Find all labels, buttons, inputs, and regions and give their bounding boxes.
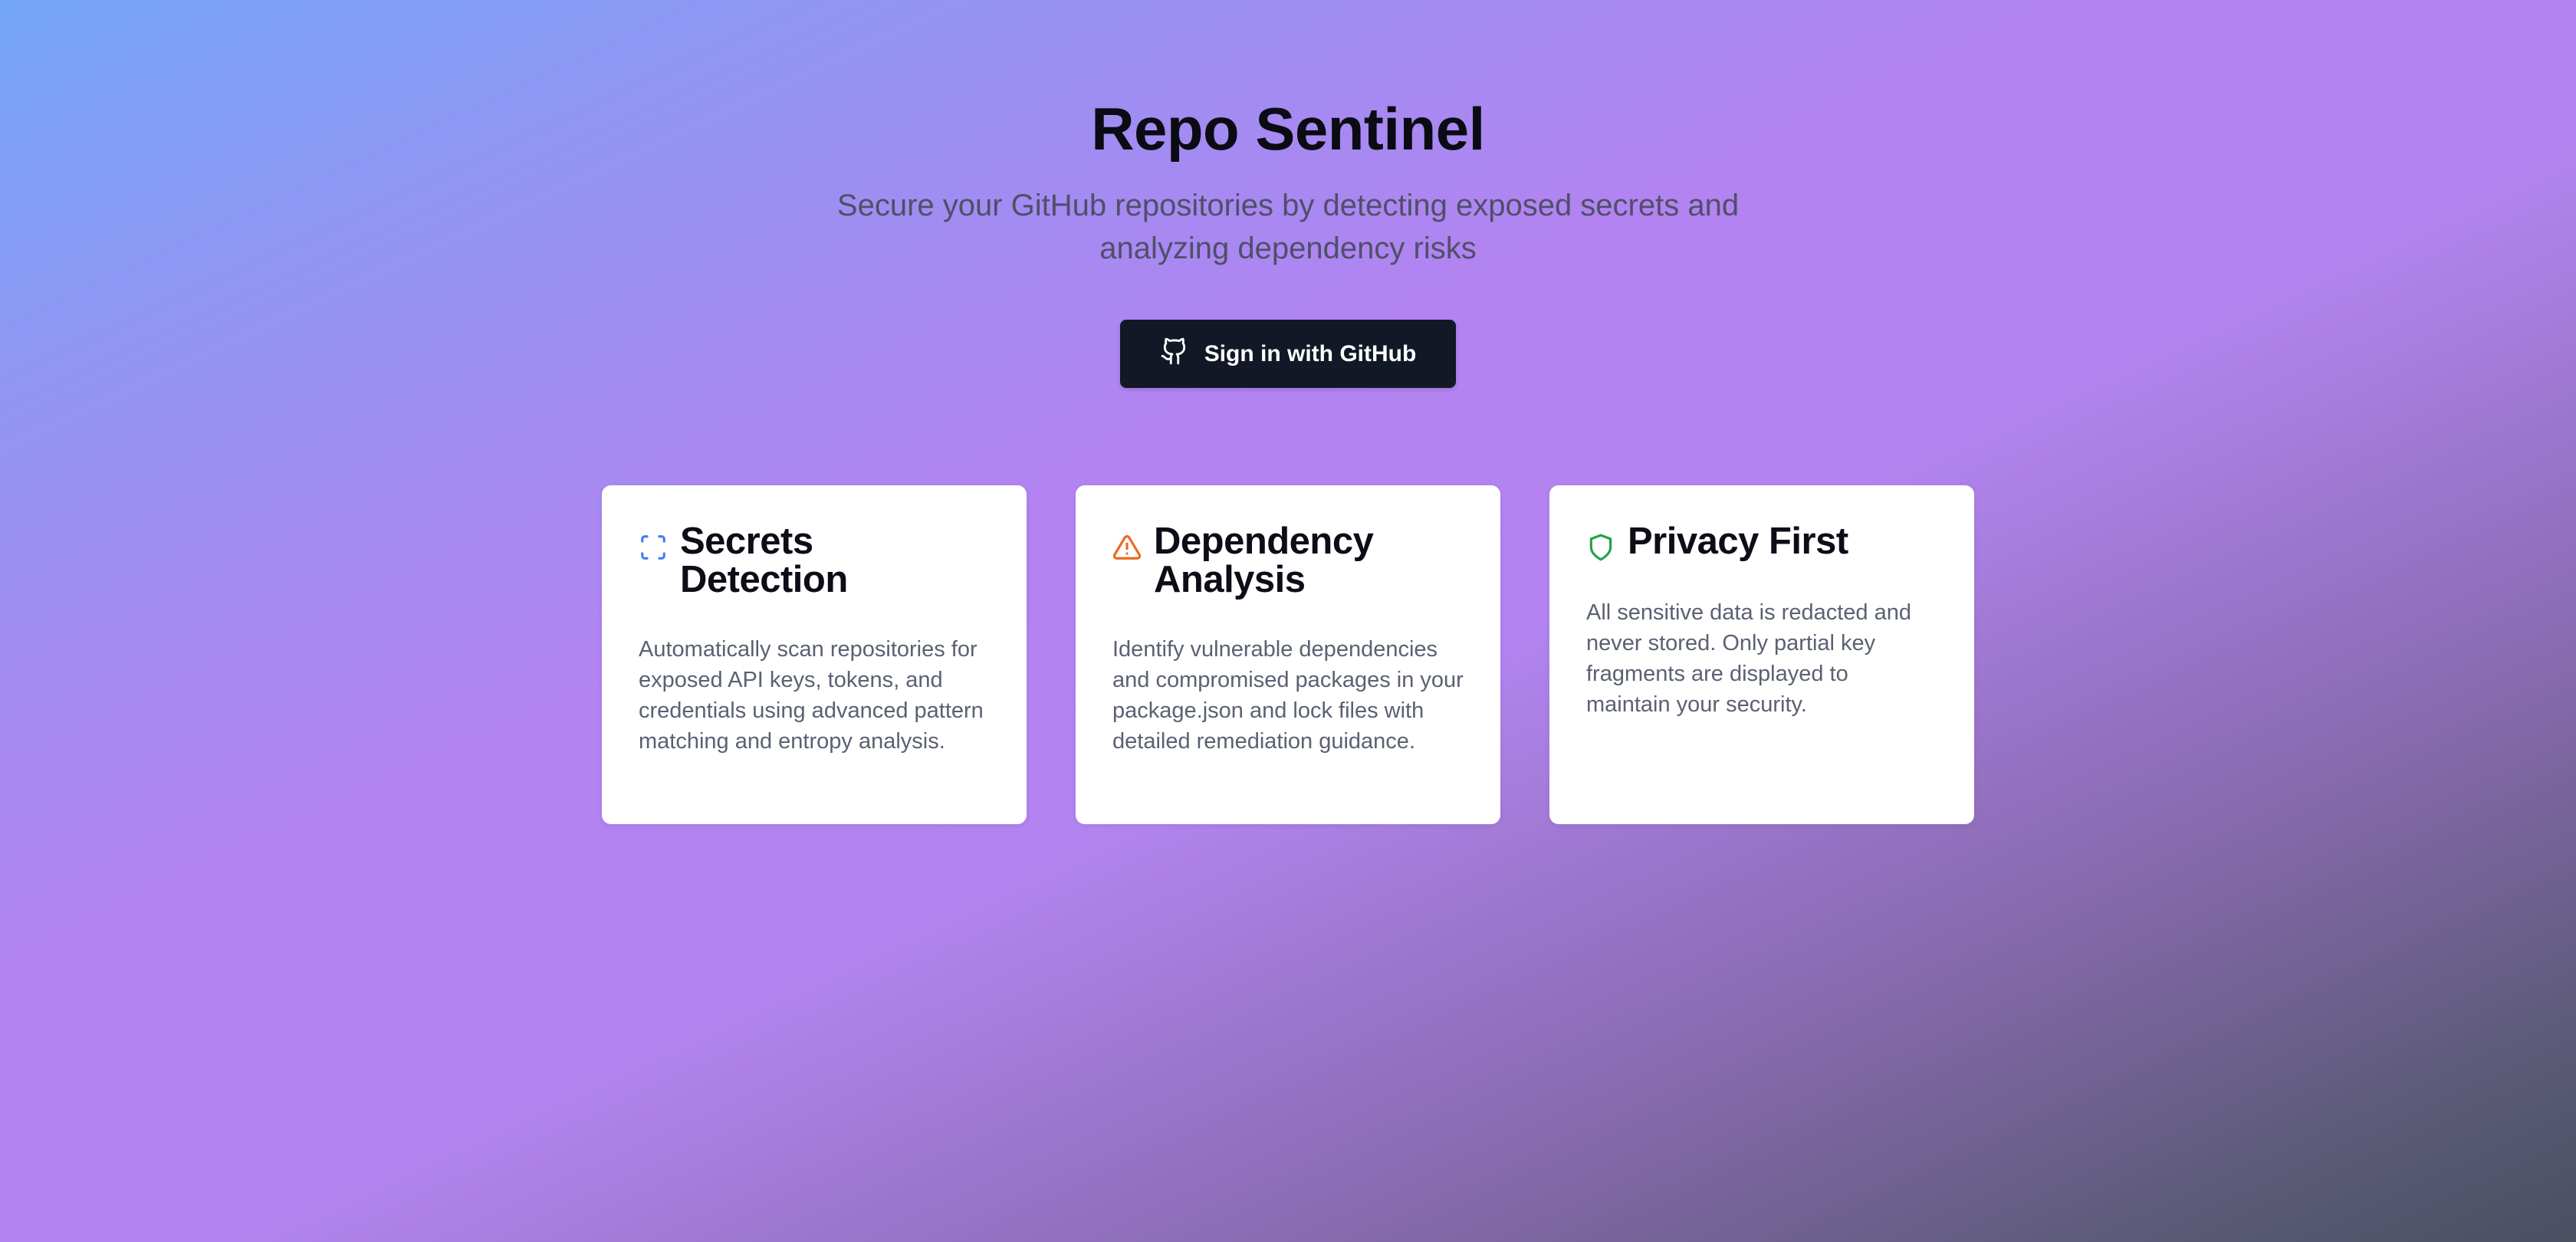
github-icon bbox=[1160, 337, 1189, 372]
feature-description: All sensitive data is redacted and never… bbox=[1586, 600, 1911, 717]
warning-triangle-icon bbox=[1112, 533, 1142, 562]
feature-title: Secrets Detection bbox=[680, 521, 848, 600]
page-title: Repo Sentinel bbox=[1091, 95, 1485, 163]
shield-icon bbox=[1586, 533, 1615, 562]
page-subtitle: Secure your GitHub repositories by detec… bbox=[836, 189, 1740, 265]
sign-in-label: Sign in with GitHub bbox=[1204, 340, 1417, 366]
scan-icon bbox=[639, 533, 668, 562]
feature-card-privacy-first: Privacy First All sensitive data is reda… bbox=[1549, 485, 1974, 824]
feature-title: Dependency Analysis bbox=[1154, 521, 1374, 600]
feature-description: Identify vulnerable dependencies and com… bbox=[1112, 637, 1464, 754]
feature-title: Privacy First bbox=[1628, 521, 1848, 562]
sign-in-github-button[interactable]: Sign in with GitHub bbox=[1120, 320, 1456, 388]
feature-card-secrets-detection: Secrets Detection Automatically scan rep… bbox=[602, 485, 1027, 824]
feature-card-dependency-analysis: Dependency Analysis Identify vulnerable … bbox=[1076, 485, 1500, 824]
feature-description: Automatically scan repositories for expo… bbox=[639, 637, 984, 754]
